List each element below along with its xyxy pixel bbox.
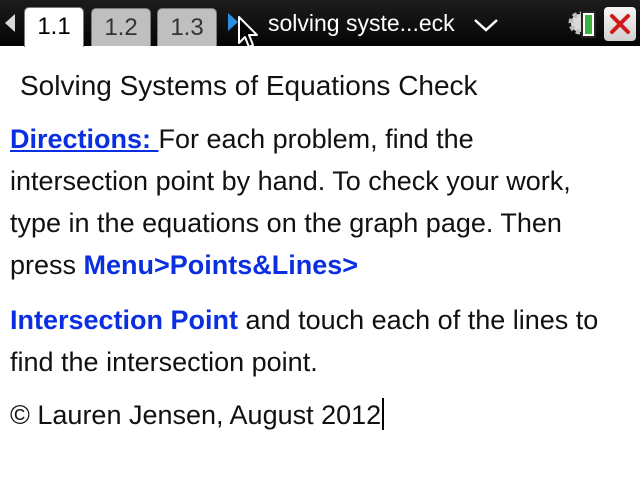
- menu-path-text: Menu>Points&Lines>: [83, 250, 359, 280]
- text-cursor: [382, 398, 385, 430]
- tab-1-3[interactable]: 1.3: [157, 8, 217, 46]
- directions-link[interactable]: Directions:: [10, 124, 159, 154]
- menu-item-text: Intersection Point: [10, 305, 239, 335]
- mouse-cursor-icon: [238, 16, 258, 48]
- credit-line[interactable]: © Lauren Jensen, August 2012: [10, 394, 610, 436]
- battery-settings-icon[interactable]: [566, 7, 602, 41]
- nav-left-arrow-icon[interactable]: [5, 14, 15, 32]
- instructions-paragraph: Intersection Point and touch each of the…: [10, 299, 610, 383]
- close-button[interactable]: [604, 7, 636, 41]
- page-title: Solving Systems of Equations Check: [20, 70, 478, 101]
- directions-paragraph: Directions: For each problem, find the i…: [10, 118, 610, 286]
- close-x-icon: [610, 14, 630, 34]
- credit-text: © Lauren Jensen, August 2012: [10, 400, 382, 430]
- tab-1-2[interactable]: 1.2: [91, 8, 151, 46]
- tab-bar: 1.1 1.2 1.3 solving syste...eck: [0, 0, 640, 48]
- document-title[interactable]: solving syste...eck: [268, 6, 455, 40]
- dropdown-chevron-icon[interactable]: [472, 15, 500, 35]
- tab-1-1[interactable]: 1.1: [24, 7, 84, 47]
